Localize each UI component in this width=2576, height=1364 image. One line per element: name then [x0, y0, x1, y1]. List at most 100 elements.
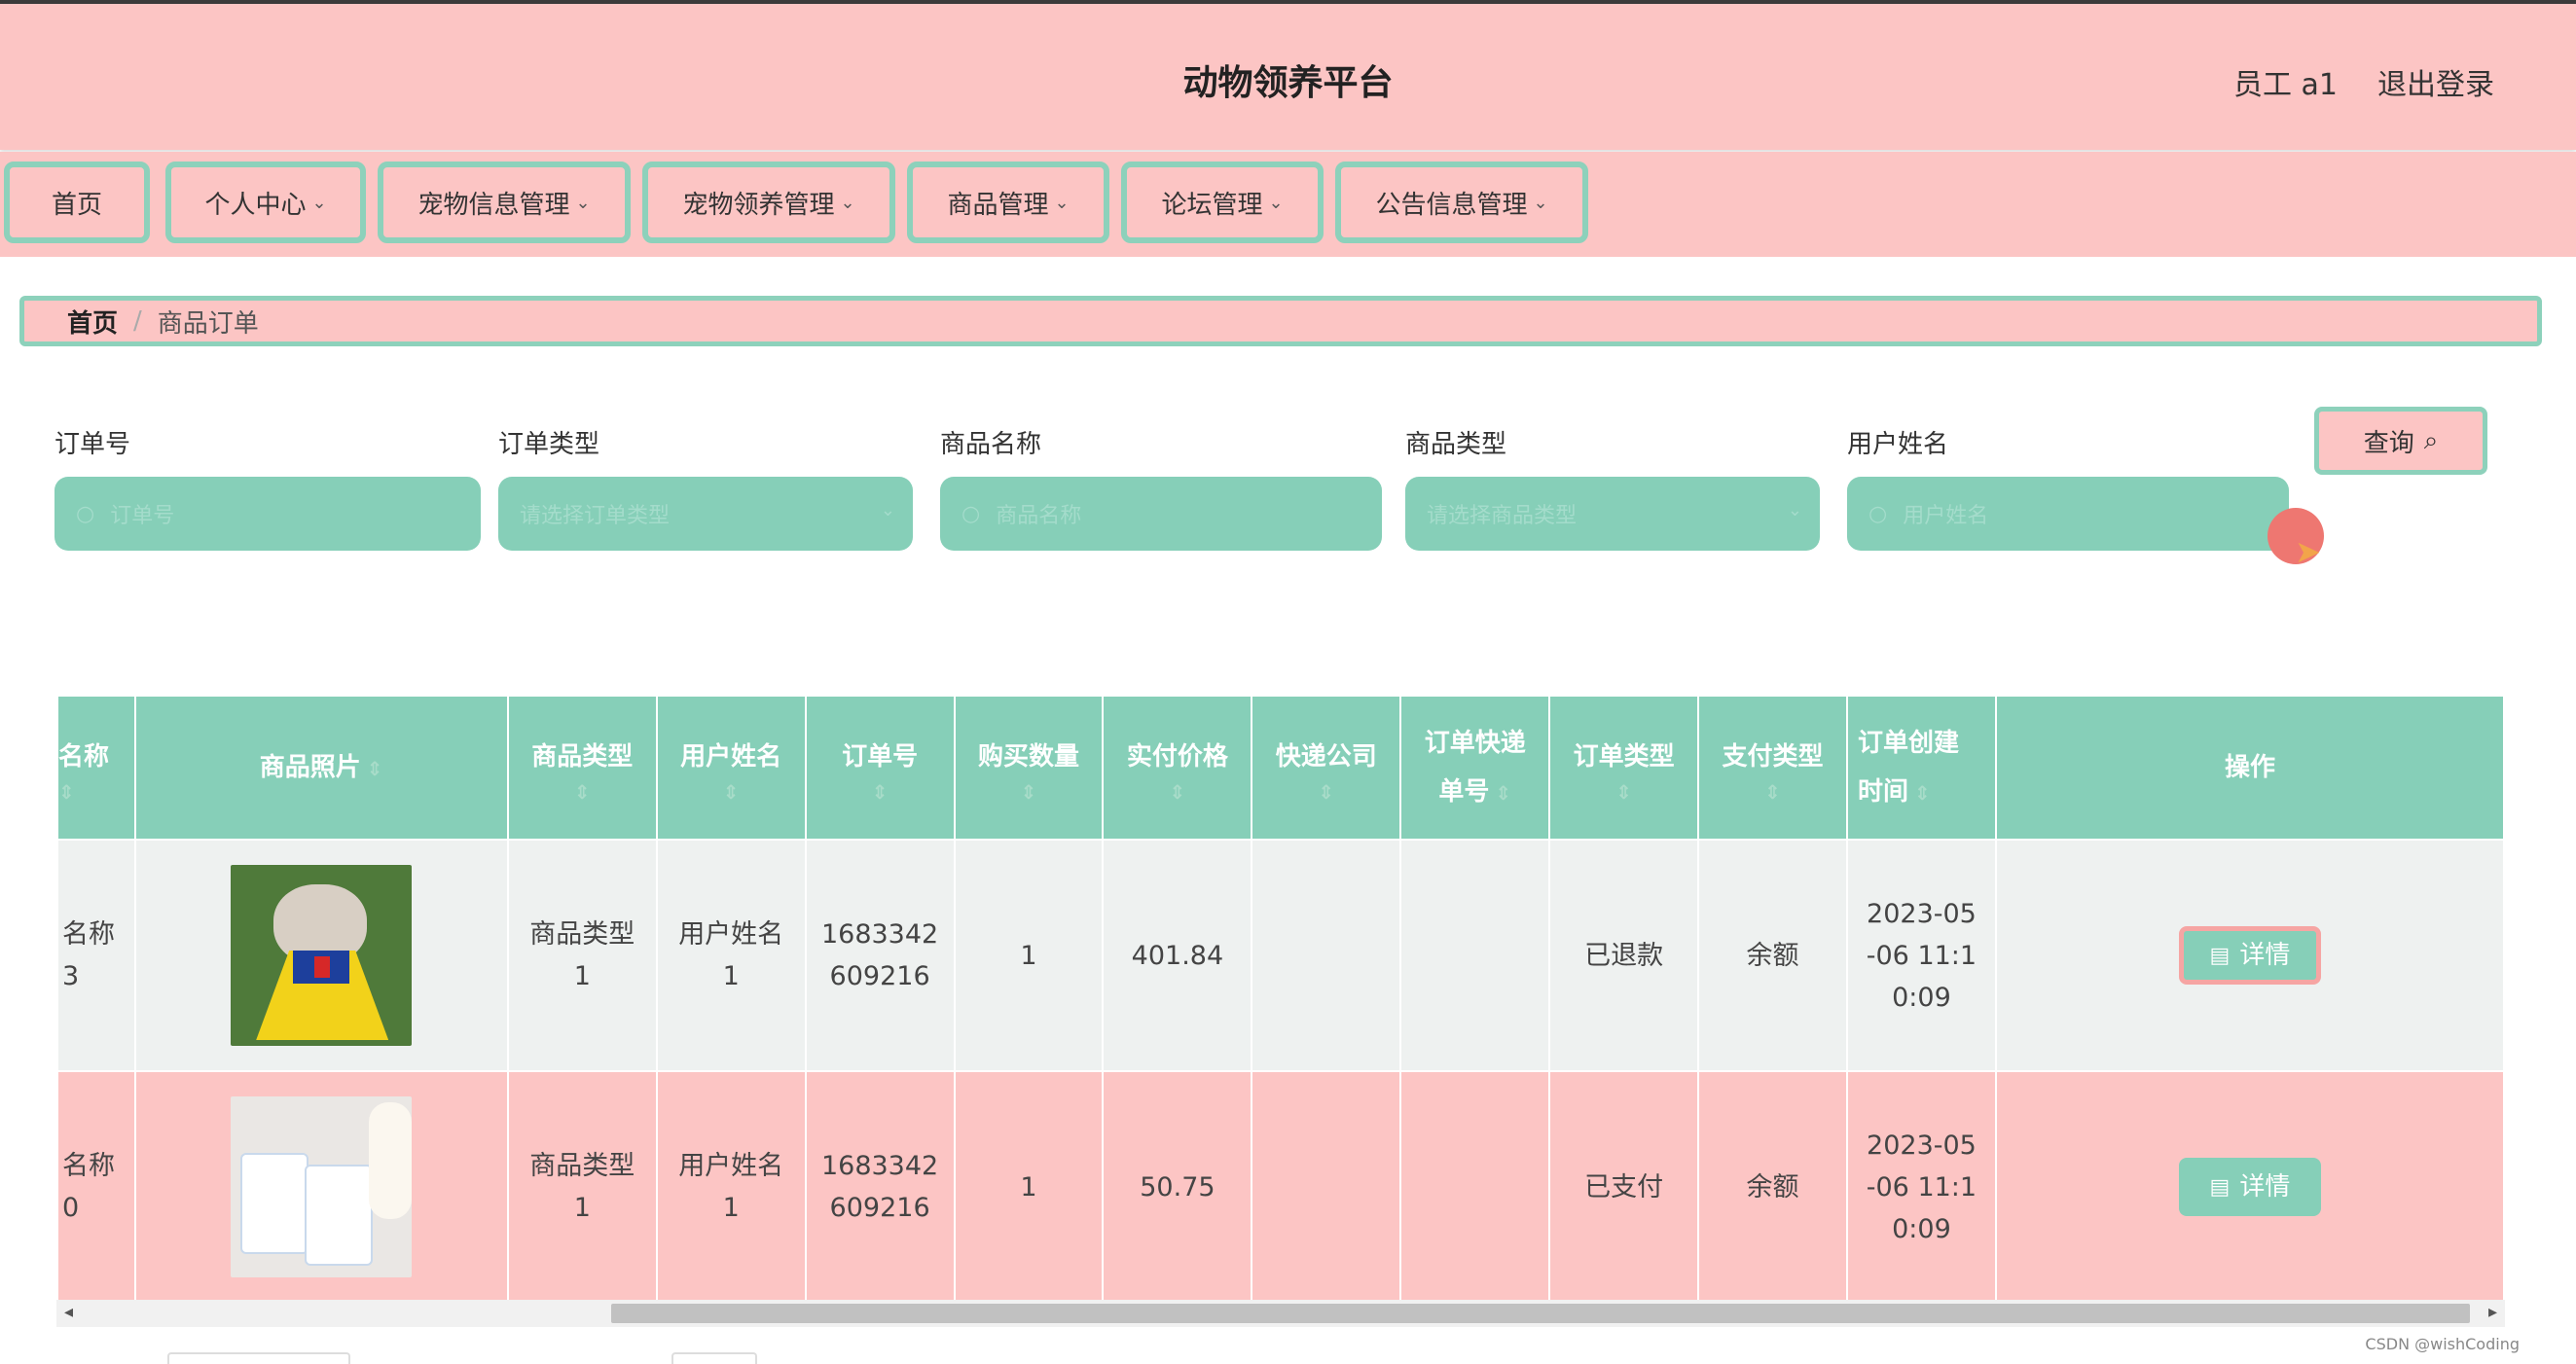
- pagination-page-box[interactable]: [671, 1352, 757, 1364]
- search-icon: ○: [76, 501, 95, 526]
- table-horizontal-scrollbar[interactable]: ◂ ▸: [56, 1300, 2505, 1327]
- col-header-price[interactable]: 实付价格 ⇕: [1102, 695, 1253, 841]
- chevron-down-icon: ⌄: [1054, 192, 1070, 213]
- sort-icon: ⇕: [366, 756, 383, 780]
- chevron-down-icon: ⌄: [1787, 500, 1802, 520]
- cell-quantity: 1: [953, 839, 1105, 1072]
- col-header-order-type[interactable]: 订单类型 ⇕: [1548, 695, 1700, 841]
- sort-icon: ⇕: [1169, 780, 1186, 804]
- nav-item-personal-center[interactable]: 个人中心 ⌄: [165, 162, 366, 243]
- query-button[interactable]: 查询 ⌕: [2314, 407, 2487, 475]
- search-icon: ⌕: [2423, 425, 2439, 455]
- col-header-label: 用户姓名: [680, 742, 782, 772]
- cell-text: 2023-05: [1867, 898, 1977, 929]
- col-header-label: 订单号: [842, 742, 919, 772]
- col-header-pay-type[interactable]: 支付类型 ⇕: [1697, 695, 1848, 841]
- chevron-down-icon: ⌄: [1268, 192, 1284, 213]
- user-name-input[interactable]: ○ 用户姓名: [1847, 477, 2289, 551]
- sort-icon: ⇕: [871, 780, 889, 804]
- col-header-label: 名称: [58, 742, 110, 772]
- detail-button[interactable]: ▤ 详情: [2178, 926, 2321, 985]
- cell-text: 1: [573, 1193, 591, 1223]
- table-row: 名称 3 商品类型 1 用户姓名 1 1683342 609216 1 401.84 已…: [56, 839, 2505, 1072]
- col-header-label: 订单创建: [1857, 728, 1959, 758]
- cell-quantity: 1: [953, 1070, 1105, 1300]
- col-header-label: 操作: [2224, 753, 2275, 782]
- nav-item-announcements[interactable]: 公告信息管理 ⌄: [1335, 162, 1588, 243]
- search-icon: ○: [1869, 501, 1888, 526]
- cell-text: 2023-05: [1867, 1130, 1977, 1161]
- scroll-right-icon[interactable]: ▸: [2488, 1302, 2497, 1322]
- sort-icon: ⇕: [1914, 780, 1931, 805]
- user-name-label: 用户姓名: [1847, 430, 1949, 459]
- cell-text: 名称: [62, 1151, 115, 1181]
- col-header-name[interactable]: 名称 ⇕: [56, 695, 136, 841]
- col-header-label-line2: 单号: [1438, 776, 1490, 807]
- cell-actions: ▤ 详情: [1994, 1070, 2505, 1300]
- search-icon: ○: [961, 501, 981, 526]
- col-header-order-no[interactable]: 订单号 ⇕: [804, 695, 956, 841]
- col-header-created-time[interactable]: 订单创建时间 ⇕: [1845, 695, 1997, 841]
- product-name-label: 商品名称: [940, 430, 1042, 459]
- sort-icon: ⇕: [573, 780, 591, 804]
- col-header-label: 订单类型: [1573, 742, 1675, 772]
- chevron-down-icon: ⌄: [575, 192, 591, 213]
- main-nav: 首页 个人中心 ⌄ 宠物信息管理 ⌄ 宠物领养管理 ⌄ 商品管理 ⌄ 论坛管理 ⌄ 公告信…: [0, 152, 2576, 257]
- cell-text: 商品类型: [529, 1151, 635, 1181]
- product-type-placeholder: 请选择商品类型: [1427, 504, 1578, 528]
- nav-item-forum[interactable]: 论坛管理 ⌄: [1121, 162, 1324, 243]
- logout-link[interactable]: 退出登录: [2377, 60, 2494, 103]
- order-no-placeholder: 订单号: [110, 504, 175, 528]
- nav-item-products[interactable]: 商品管理 ⌄: [907, 162, 1109, 243]
- col-header-actions: 操作: [1994, 695, 2505, 841]
- mouse-cursor-icon: ➤: [2295, 533, 2321, 570]
- query-button-label: 查询: [2363, 428, 2414, 458]
- site-title: 动物领养平台: [1182, 63, 1394, 103]
- nav-item-label: 首页: [51, 190, 102, 220]
- sort-icon: ⇕: [1318, 780, 1335, 804]
- cell-pay-type: 余额: [1697, 839, 1848, 1072]
- detail-button[interactable]: ▤ 详情: [2178, 1158, 2321, 1216]
- cell-text: 商品类型: [529, 919, 635, 950]
- cell-text: 609216: [829, 961, 930, 991]
- order-type-placeholder: 请选择订单类型: [520, 504, 671, 528]
- orders-table-container: 名称 ⇕ 商品照片 ⇕ 商品类型 ⇕ 用户姓名 ⇕ 订单号 ⇕ 购买数量 ⇕ 实付价格 ⇕ 快…: [56, 695, 2505, 1300]
- nav-item-label: 商品管理: [947, 190, 1049, 220]
- cell-text: 1683342: [820, 919, 939, 950]
- product-photo-dog-dress: [231, 865, 413, 1046]
- col-header-label: 商品类型: [531, 742, 634, 772]
- order-type-select[interactable]: 请选择订单类型 ⌄: [498, 477, 913, 551]
- cell-text: 1683342: [820, 1151, 939, 1181]
- sort-icon: ⇕: [1495, 780, 1512, 805]
- nav-item-label: 宠物信息管理: [417, 190, 570, 220]
- sort-icon: ⇕: [1020, 780, 1037, 804]
- col-header-label: 订单快递: [1424, 728, 1526, 758]
- product-type-select[interactable]: 请选择商品类型 ⌄: [1405, 477, 1820, 551]
- col-header-photo[interactable]: 商品照片 ⇕: [133, 695, 509, 841]
- scrollbar-thumb[interactable]: [611, 1304, 2470, 1323]
- pagination-size-select[interactable]: [167, 1352, 350, 1364]
- cell-tracking: [1399, 839, 1551, 1072]
- cell-text: 3: [62, 961, 80, 991]
- col-header-label-line2: 时间: [1857, 776, 1908, 807]
- col-header-courier[interactable]: 快递公司 ⇕: [1251, 695, 1402, 841]
- col-header-quantity[interactable]: 购买数量 ⇕: [953, 695, 1105, 841]
- cell-photo: [133, 839, 509, 1072]
- col-header-product-type[interactable]: 商品类型 ⇕: [506, 695, 658, 841]
- order-no-input[interactable]: ○ 订单号: [54, 477, 481, 551]
- scroll-left-icon[interactable]: ◂: [64, 1302, 73, 1322]
- order-type-label: 订单类型: [498, 430, 600, 459]
- nav-item-label: 论坛管理: [1161, 190, 1263, 220]
- breadcrumb: 首页 / 商品订单: [19, 296, 2542, 346]
- col-header-tracking[interactable]: 订单快递单号 ⇕: [1399, 695, 1551, 841]
- cell-price: 401.84: [1102, 839, 1253, 1072]
- nav-item-pet-adoption[interactable]: 宠物领养管理 ⌄: [642, 162, 895, 243]
- product-name-input[interactable]: ○ 商品名称: [940, 477, 1382, 551]
- col-header-user-name[interactable]: 用户姓名 ⇕: [655, 695, 807, 841]
- breadcrumb-home[interactable]: 首页: [67, 304, 118, 340]
- nav-item-pet-info[interactable]: 宠物信息管理 ⌄: [378, 162, 631, 243]
- cell-courier: [1251, 839, 1402, 1072]
- chevron-down-icon: ⌄: [840, 192, 855, 213]
- col-header-label: 商品照片: [259, 752, 361, 782]
- nav-item-home[interactable]: 首页: [4, 162, 150, 243]
